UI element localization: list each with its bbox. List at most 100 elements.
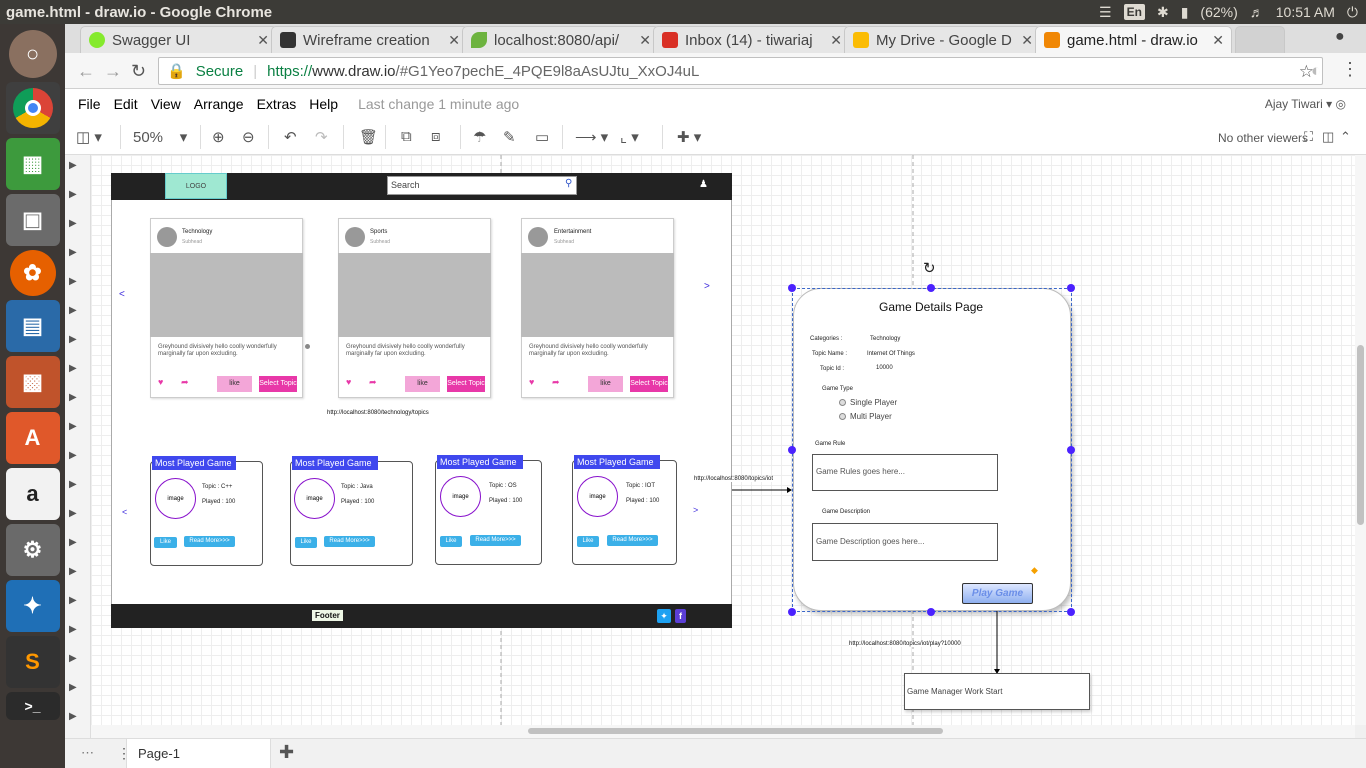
connection-point[interactable]	[305, 344, 310, 349]
tab-localhost-api[interactable]: localhost:8080/api/ ✕	[462, 26, 659, 53]
fill-color-icon[interactable]: ☂	[473, 128, 486, 146]
amazon-icon[interactable]: a	[5, 468, 60, 520]
user-menu[interactable]: Ajay Tiwari ▾ ◎	[1265, 97, 1346, 111]
tab-drawio[interactable]: game.html - draw.io ✕	[1035, 26, 1232, 53]
game-rules-textarea[interactable]: Game Rules goes here...	[812, 454, 998, 491]
forward-icon[interactable]: →	[104, 61, 122, 82]
iot-url-label[interactable]: http://localhost:8080/topics/iot	[694, 476, 774, 482]
menu-edit[interactable]: Edit	[114, 96, 138, 112]
single-player-radio[interactable]	[839, 399, 846, 406]
twitter-icon[interactable]: ✦	[657, 609, 671, 623]
sublime-icon[interactable]: S	[5, 636, 60, 688]
like-button[interactable]: like	[217, 376, 252, 392]
menu-extras[interactable]: Extras	[257, 96, 297, 112]
extension-icon[interactable]: ◐	[1311, 61, 1321, 81]
to-back-icon[interactable]: ⧈	[431, 128, 441, 145]
vscode-icon[interactable]: ✦	[5, 580, 60, 632]
game-description-textarea[interactable]: Game Description goes here...	[812, 523, 998, 561]
close-icon[interactable]: ✕	[639, 32, 651, 49]
carousel-next[interactable]: >	[704, 281, 710, 292]
redo-icon[interactable]: ↷	[315, 128, 328, 146]
select-topic-button[interactable]: Select Topic	[447, 376, 485, 392]
impress-icon[interactable]: ▩	[5, 356, 60, 408]
zoom-out-icon[interactable]: ⊖	[242, 128, 255, 146]
play-url-label[interactable]: http://localhost:8080/topics/iot/play?10…	[849, 641, 961, 647]
format-panel-icon[interactable]: ◫ ▾	[76, 128, 102, 146]
game-manager-box[interactable]: Game Manager Work Start	[904, 673, 1090, 710]
resize-handle[interactable]	[1067, 284, 1075, 292]
battery-icon[interactable]: ▮	[1181, 4, 1189, 21]
add-page-icon[interactable]: ✚	[279, 742, 294, 763]
insert-icon[interactable]: ✚ ▾	[677, 128, 701, 146]
share-icon[interactable]: ➦	[552, 377, 560, 388]
close-icon[interactable]: ✕	[448, 32, 460, 49]
tab-gmail[interactable]: Inbox (14) - tiwariaj ✕	[653, 26, 850, 53]
zoom-select[interactable]: 50% ▾	[133, 128, 187, 146]
resize-handle[interactable]	[788, 446, 796, 454]
reload-icon[interactable]: ↻	[131, 61, 146, 82]
ubuntu-dash-icon[interactable]: ○	[8, 30, 57, 78]
search-input[interactable]: Search	[387, 176, 577, 195]
tab-wireframe[interactable]: Wireframe creation ✕	[271, 26, 468, 53]
last-change[interactable]: Last change 1 minute ago	[358, 96, 519, 112]
power-icon[interactable]: ⏻	[1347, 4, 1358, 21]
select-topic-button[interactable]: Select Topic	[630, 376, 668, 392]
game-like-button[interactable]: Like	[295, 537, 317, 548]
tab-swagger[interactable]: Swagger UI ✕	[80, 26, 277, 53]
close-icon[interactable]: ✕	[1021, 32, 1033, 49]
game-like-button[interactable]: Like	[440, 536, 462, 547]
shape-library-collapsed[interactable]: ▶ ▶ ▶ ▶ ▶ ▶ ▶ ▶ ▶ ▶ ▶ ▶ ▶ ▶ ▶ ▶ ▶ ▶ ▶ ▶	[65, 155, 91, 740]
read-more-button[interactable]: Read More>>>	[324, 536, 375, 547]
resize-handle[interactable]	[1067, 608, 1075, 616]
close-icon[interactable]: ✕	[830, 32, 842, 49]
fullscreen-icon[interactable]: ⛶	[1304, 129, 1313, 145]
profile-icon[interactable]: ●	[1335, 28, 1345, 46]
resize-handle[interactable]	[788, 608, 796, 616]
resize-handle[interactable]	[927, 608, 935, 616]
zoom-in-icon[interactable]: ⊕	[212, 128, 225, 146]
writer-icon[interactable]: ▤	[5, 300, 60, 352]
volume-icon[interactable]: ♬	[1250, 4, 1264, 20]
collapse-icon[interactable]: ⌃	[1340, 129, 1351, 145]
line-color-icon[interactable]: ✎	[503, 128, 516, 146]
clock[interactable]: 10:51 AM	[1276, 4, 1335, 20]
share-icon[interactable]: ➦	[369, 377, 377, 388]
menu-view[interactable]: View	[151, 96, 181, 112]
delete-icon[interactable]: 🗑	[359, 128, 378, 146]
read-more-button[interactable]: Read More>>>	[184, 536, 235, 547]
users-icon[interactable]: ♟	[699, 179, 708, 190]
shadow-icon[interactable]: ▭	[535, 128, 549, 146]
keyboard-language[interactable]: En	[1123, 4, 1145, 20]
terminal-icon[interactable]: >_	[5, 692, 60, 720]
resize-handle[interactable]	[788, 284, 796, 292]
tab-google-drive[interactable]: My Drive - Google D ✕	[844, 26, 1041, 53]
topics-url-label[interactable]: http://localhost:8080/technology/topics	[327, 410, 429, 416]
heart-icon[interactable]: ♥	[346, 377, 351, 387]
menu-help[interactable]: Help	[309, 96, 338, 112]
logo-box[interactable]: LOGO	[165, 173, 227, 199]
menu-file[interactable]: File	[78, 96, 101, 112]
multi-player-radio[interactable]	[839, 413, 846, 420]
menu-arrange[interactable]: Arrange	[194, 96, 244, 112]
chrome-icon[interactable]	[5, 82, 60, 134]
files-icon[interactable]: ▣	[5, 194, 60, 246]
close-icon[interactable]: ✕	[1212, 32, 1224, 49]
to-front-icon[interactable]: ⧉	[401, 128, 412, 145]
horizontal-scrollbar[interactable]	[91, 725, 1355, 738]
like-button[interactable]: like	[405, 376, 440, 392]
settings-icon[interactable]: ⚙	[5, 524, 60, 576]
play-game-button[interactable]: Play Game	[962, 583, 1033, 604]
game-like-button[interactable]: Like	[154, 537, 177, 548]
game-like-button[interactable]: Like	[577, 536, 599, 547]
rotate-handle-icon[interactable]: ↻	[923, 259, 936, 277]
more-icon[interactable]: ⋯	[81, 745, 94, 761]
resize-handle[interactable]	[927, 284, 935, 292]
heart-icon[interactable]: ♥	[158, 377, 163, 387]
chrome-menu-icon[interactable]: ⋮	[1341, 59, 1359, 80]
connection-icon[interactable]: ⟶ ▾	[575, 128, 608, 146]
undo-icon[interactable]: ↶	[284, 128, 297, 146]
software-center-icon[interactable]: A	[5, 412, 60, 464]
wifi-icon[interactable]: ☰	[1099, 4, 1112, 21]
diagram-canvas[interactable]: LOGO Search ⚲ ♟ < > Technology Subhead G…	[91, 155, 1355, 725]
resize-handle[interactable]	[1067, 446, 1075, 454]
